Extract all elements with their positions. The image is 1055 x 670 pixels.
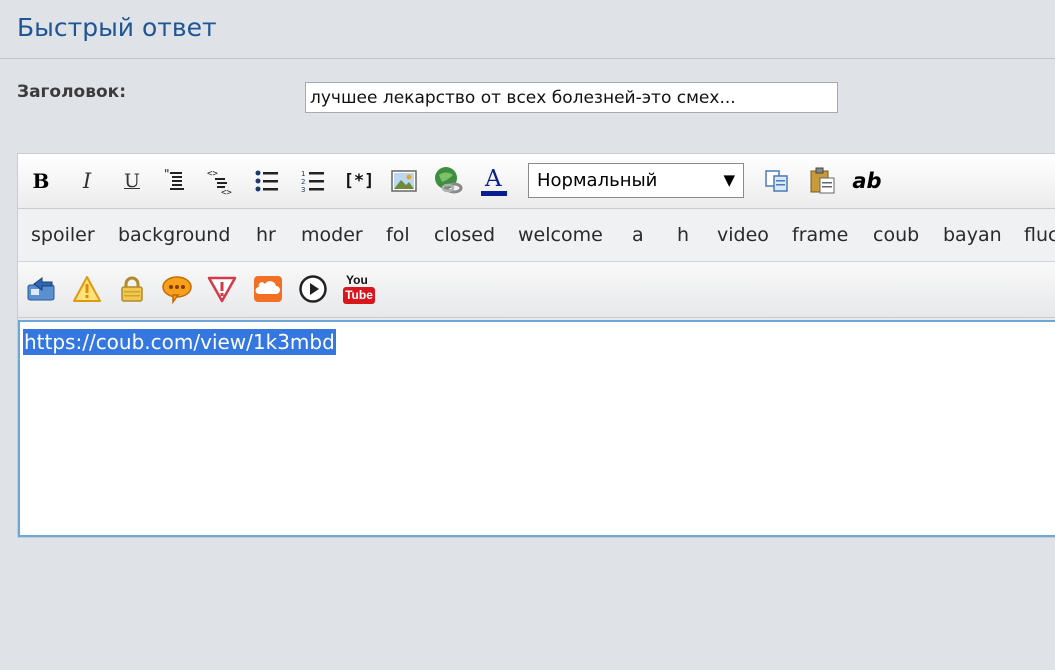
spellcheck-label: ab — [852, 169, 882, 193]
tag-video[interactable]: video — [717, 209, 769, 261]
tag-bayan[interactable]: bayan — [943, 209, 1002, 261]
tag-welcome[interactable]: welcome — [518, 209, 603, 261]
tag-a[interactable]: a — [632, 209, 644, 261]
numbered-list-button[interactable]: 1 2 3 — [298, 166, 328, 196]
svg-text:<>: <> — [221, 188, 232, 195]
section-title: Быстрый ответ — [17, 13, 217, 42]
tag-h[interactable]: h — [677, 209, 689, 261]
transfer-icon — [26, 275, 56, 303]
youtube-icon-top: You — [346, 273, 368, 287]
format-select-value: Нормальный — [537, 170, 658, 191]
soundcloud-button[interactable] — [253, 274, 283, 304]
underline-label: U — [123, 170, 140, 192]
tag-fol[interactable]: fol — [386, 209, 410, 261]
link-button[interactable] — [434, 166, 464, 196]
copy-button[interactable] — [762, 166, 792, 196]
list-item-label: [*] — [343, 171, 375, 191]
speech-bubble-icon — [161, 274, 193, 304]
message-selected-text: https://coub.com/view/1k3mbd — [23, 329, 336, 355]
exclamation-triangle-icon — [207, 275, 237, 303]
play-icon — [298, 274, 328, 304]
svg-text:2: 2 — [301, 178, 305, 186]
font-color-button[interactable]: A — [479, 166, 509, 196]
tag-background[interactable]: background — [118, 209, 230, 261]
underline-button[interactable]: U — [117, 166, 147, 196]
warning-button[interactable] — [72, 274, 102, 304]
font-color-bar — [481, 191, 507, 196]
quote-button[interactable]: " — [161, 166, 191, 196]
speech-bubble-button[interactable] — [162, 274, 192, 304]
exclamation-button[interactable] — [207, 274, 237, 304]
youtube-icon-bottom: Tube — [343, 287, 375, 304]
tag-fluc[interactable]: fluc — [1024, 209, 1055, 261]
italic-label: I — [82, 169, 92, 193]
italic-button[interactable]: I — [72, 166, 102, 196]
toolbar-row-icons: You Tube — [18, 262, 1055, 318]
paste-icon — [809, 167, 837, 195]
lock-button[interactable] — [117, 274, 147, 304]
editor: B I U " <> <> 1 2 3 [*] A Нормальный ▼ a… — [17, 153, 1055, 538]
tag-frame[interactable]: frame — [792, 209, 848, 261]
spellcheck-button[interactable]: ab — [852, 166, 882, 196]
svg-text:": " — [164, 168, 170, 181]
image-button[interactable] — [389, 166, 419, 196]
quote-icon: " — [163, 168, 189, 194]
transfer-button[interactable] — [26, 274, 56, 304]
subject-label: Заголовок: — [17, 82, 127, 102]
subject-input[interactable] — [305, 82, 838, 113]
warning-icon — [72, 275, 102, 303]
tag-moder[interactable]: moder — [301, 209, 363, 261]
copy-icon — [764, 169, 790, 193]
play-button[interactable] — [298, 274, 328, 304]
svg-text:3: 3 — [301, 186, 305, 194]
format-select[interactable]: Нормальный ▼ — [528, 163, 744, 198]
bullet-list-button[interactable] — [252, 166, 282, 196]
title-divider — [0, 58, 1055, 59]
list-item-button[interactable]: [*] — [343, 166, 375, 196]
code-button[interactable]: <> <> — [206, 166, 236, 196]
youtube-button[interactable]: You Tube — [342, 273, 376, 305]
svg-text:<>: <> — [207, 169, 218, 179]
font-color-label: A — [485, 166, 502, 192]
chevron-down-icon: ▼ — [723, 171, 735, 189]
svg-text:1: 1 — [301, 170, 305, 178]
bold-label: B — [32, 169, 50, 193]
tag-closed[interactable]: closed — [434, 209, 495, 261]
tag-spoiler[interactable]: spoiler — [31, 209, 95, 261]
numbered-list-icon: 1 2 3 — [300, 168, 326, 194]
tag-coub[interactable]: coub — [873, 209, 919, 261]
bullet-list-icon — [254, 168, 280, 194]
lock-icon — [118, 275, 146, 303]
message-textarea[interactable]: https://coub.com/view/1k3mbd — [18, 320, 1055, 537]
youtube-icon: You Tube — [343, 273, 375, 305]
image-icon — [391, 169, 417, 193]
font-color-icon: A — [480, 166, 508, 196]
tag-hr[interactable]: hr — [256, 209, 276, 261]
paste-button[interactable] — [808, 166, 838, 196]
bold-button[interactable]: B — [26, 166, 56, 196]
code-icon: <> <> — [207, 167, 235, 195]
link-icon — [434, 166, 464, 196]
toolbar-row-formatting: B I U " <> <> 1 2 3 [*] A Нормальный ▼ a… — [18, 154, 1055, 209]
soundcloud-icon — [253, 275, 283, 303]
toolbar-row-tags: spoiler background hr moder fol closed w… — [18, 209, 1055, 262]
